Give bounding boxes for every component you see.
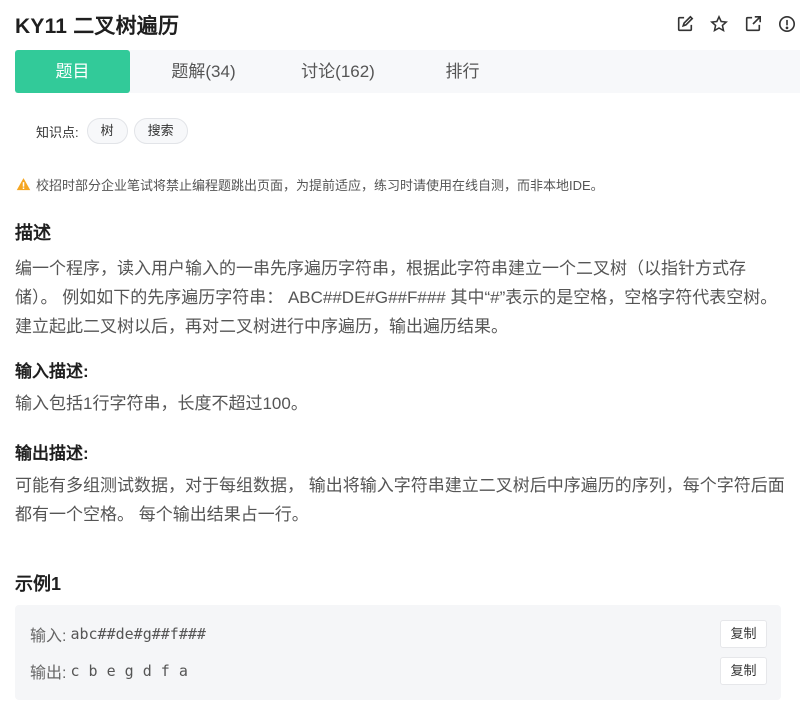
edit-icon[interactable] (674, 13, 696, 35)
example-output-label: 输出: (30, 665, 67, 682)
tab-problem[interactable]: 题目 (15, 50, 130, 93)
tab-discussion[interactable]: 讨论(162) (283, 50, 393, 93)
example-output-row: 输出: c b e g d f a (30, 659, 188, 683)
output-heading: 输出描述: (15, 444, 89, 463)
knowledge-points: 知识点: 树 搜索 (36, 118, 194, 144)
share-icon[interactable] (742, 13, 764, 35)
example-input-row: 输入: abc##de#g##f### (30, 622, 206, 646)
tag-tree[interactable]: 树 (86, 118, 128, 144)
report-icon[interactable] (776, 13, 798, 35)
knowledge-label: 知识点: (36, 124, 79, 140)
star-icon[interactable] (708, 13, 730, 35)
warning-text: 校招时部分企业笔试将禁止编程题跳出页面，为提前适应，练习时请使用在线自测，而非本… (36, 178, 604, 193)
example-heading: 示例1 (15, 574, 62, 594)
example-box: 输入: abc##de#g##f### 复制 输出: c b e g d f a… (15, 605, 781, 700)
copy-input-button[interactable]: 复制 (720, 620, 767, 648)
input-text: 输入包括1行字符串，长度不超过100。 (15, 394, 308, 413)
tab-bar: 题目 题解(34) 讨论(162) 排行 (15, 50, 800, 93)
toolbar (674, 13, 798, 35)
example-input-label: 输入: (30, 628, 67, 645)
example-output-value: c b e g d f a (70, 662, 188, 680)
warning-notice: 校招时部分企业笔试将禁止编程题跳出页面，为提前适应，练习时请使用在线自测，而非本… (16, 175, 604, 194)
tag-search[interactable]: 搜索 (133, 118, 188, 144)
problem-header: KY11 二叉树遍历 (0, 0, 800, 48)
copy-output-button[interactable]: 复制 (720, 657, 767, 685)
input-heading: 输入描述: (15, 362, 89, 381)
tab-solutions[interactable]: 题解(34) (156, 50, 251, 93)
output-text: 可能有多组测试数据，对于每组数据， 输出将输入字符串建立二叉树后中序遍历的序列，… (15, 476, 785, 524)
tab-ranking[interactable]: 排行 (435, 50, 490, 93)
warning-icon (16, 178, 31, 191)
description-text: 编一个程序，读入用户输入的一串先序遍历字符串，根据此字符串建立一个二叉树（以指针… (15, 259, 778, 336)
page-title: KY11 二叉树遍历 (15, 15, 180, 38)
description-heading: 描述 (15, 223, 51, 243)
example-input-value: abc##de#g##f### (70, 625, 206, 643)
